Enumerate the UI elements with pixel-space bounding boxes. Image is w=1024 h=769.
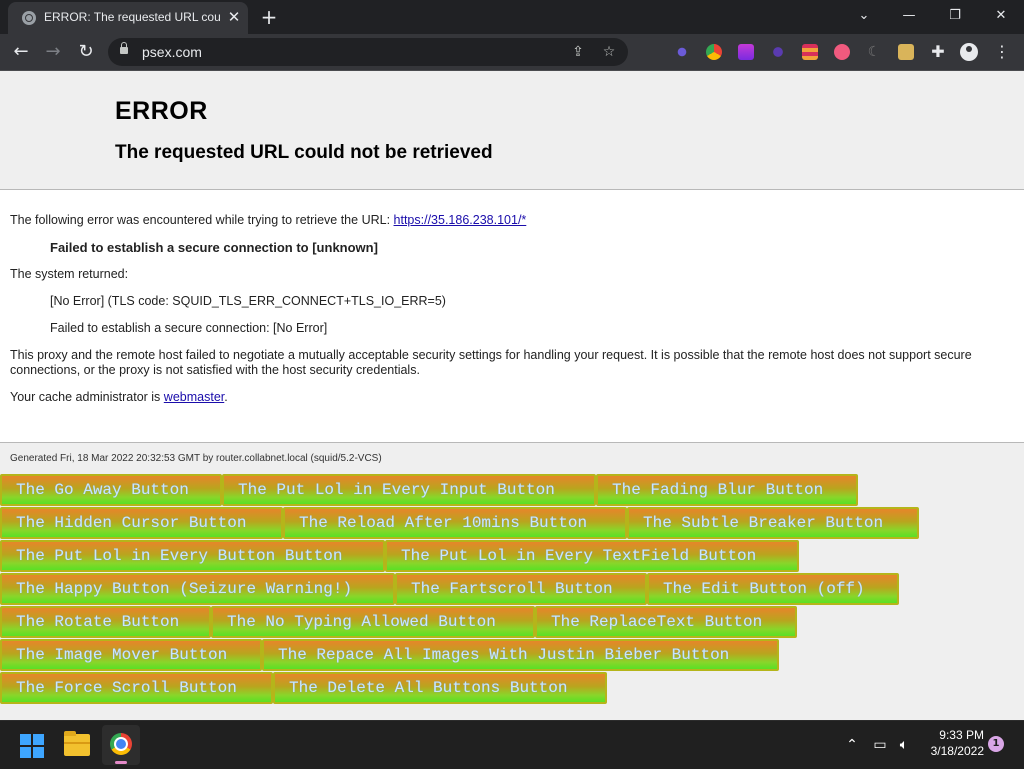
no-typing-allowed-button[interactable]: The No Typing Allowed Button xyxy=(211,606,535,638)
webmaster-link[interactable]: webmaster xyxy=(164,390,224,404)
notification-badge[interactable]: 1 xyxy=(988,736,1004,752)
back-icon[interactable]: ← xyxy=(8,39,34,65)
reload-icon[interactable]: ↻ xyxy=(73,39,99,65)
image-mover-button[interactable]: The Image Mover Button xyxy=(0,639,262,671)
go-away-button[interactable]: The Go Away Button xyxy=(0,474,222,506)
error-header: ERROR The requested URL could not be ret… xyxy=(0,71,1024,190)
extension-8-icon[interactable] xyxy=(898,44,914,60)
close-tab-icon[interactable]: ✕ xyxy=(226,9,242,25)
tab-title: ERROR: The requested URL could not be re… xyxy=(44,10,220,24)
extension-1-icon[interactable] xyxy=(674,44,690,60)
admin-suffix: . xyxy=(224,390,228,404)
extension-2-icon[interactable] xyxy=(706,44,722,60)
requested-url-link[interactable]: https://35.186.238.101/* xyxy=(394,213,527,227)
windows-taskbar: ⌃ ▭ 🔈︎ 9:33 PM 3/18/2022 1 xyxy=(0,720,1024,769)
hidden-cursor-button[interactable]: The Hidden Cursor Button xyxy=(0,507,283,539)
subtle-breaker-button[interactable]: The Subtle Breaker Button xyxy=(627,507,919,539)
chrome-taskbar-button[interactable] xyxy=(102,725,140,765)
close-window-icon[interactable]: ✕ xyxy=(987,4,1015,28)
replace-images-bieber-button[interactable]: The Repace All Images With Justin Bieber… xyxy=(262,639,779,671)
system-clock[interactable]: 9:33 PM 3/18/2022 xyxy=(920,727,984,759)
admin-line: Your cache administrator is webmaster. xyxy=(10,390,228,404)
extension-4-icon[interactable] xyxy=(770,44,786,60)
explanation-text: This proxy and the remote host failed to… xyxy=(10,348,972,377)
extension-6-icon[interactable] xyxy=(834,44,850,60)
bookmark-star-icon[interactable]: ☆ xyxy=(599,42,619,62)
intro-text: The following error was encountered whil… xyxy=(10,213,391,227)
reload-after-10mins-button[interactable]: The Reload After 10mins Button xyxy=(283,507,627,539)
share-icon[interactable]: ⇪ xyxy=(568,42,588,62)
extension-5-icon[interactable] xyxy=(802,44,818,60)
footer: Generated Fri, 18 Mar 2022 20:32:53 GMT … xyxy=(0,442,1024,720)
url-text[interactable]: psex.com xyxy=(142,44,202,60)
chrome-icon xyxy=(110,733,132,755)
clock-date: 3/18/2022 xyxy=(930,744,984,758)
page-subtitle: The requested URL could not be retrieved xyxy=(115,142,493,163)
clock-time: 9:33 PM xyxy=(939,728,984,742)
active-app-indicator xyxy=(115,761,127,764)
error-code-text: [No Error] (TLS code: SQUID_TLS_ERR_CONN… xyxy=(50,294,446,308)
extensions-puzzle-icon[interactable]: ✚ xyxy=(926,40,950,64)
lock-icon[interactable] xyxy=(120,42,128,54)
menu-kebab-icon[interactable]: ⋮ xyxy=(990,40,1014,64)
volume-icon[interactable]: 🔈︎ xyxy=(894,735,914,755)
replacetext-button[interactable]: The ReplaceText Button xyxy=(535,606,797,638)
force-scroll-button[interactable]: The Force Scroll Button xyxy=(0,672,273,704)
chevron-up-icon[interactable]: ⌃ xyxy=(842,735,862,755)
put-lol-every-input-button[interactable]: The Put Lol in Every Input Button xyxy=(222,474,596,506)
extension-3-icon[interactable] xyxy=(738,44,754,60)
new-tab-button[interactable]: + xyxy=(258,6,280,28)
intro-line: The following error was encountered whil… xyxy=(10,213,526,227)
system-returned-label: The system returned: xyxy=(10,267,129,281)
failed-message: Failed to establish a secure connection … xyxy=(50,240,378,255)
delete-all-buttons-button[interactable]: The Delete All Buttons Button xyxy=(273,672,607,704)
extension-7-icon[interactable]: ☾ xyxy=(866,44,882,60)
page-title: ERROR xyxy=(115,97,208,125)
forward-icon[interactable]: → xyxy=(40,39,66,65)
page-content: ERROR The requested URL could not be ret… xyxy=(0,71,1024,720)
browser-tab-bar: ERROR: The requested URL could not be re… xyxy=(0,0,1024,34)
error-detail-text: Failed to establish a secure connection:… xyxy=(50,321,328,335)
put-lol-every-textfield-button[interactable]: The Put Lol in Every TextField Button xyxy=(385,540,799,572)
restore-icon[interactable]: ❐ xyxy=(941,4,969,28)
minimize-icon[interactable]: — xyxy=(895,4,923,28)
rotate-button[interactable]: The Rotate Button xyxy=(0,606,211,638)
fartscroll-button[interactable]: The Fartscroll Button xyxy=(395,573,647,605)
address-bar[interactable]: psex.com ⇪ ☆ xyxy=(108,38,628,66)
fading-blur-button[interactable]: The Fading Blur Button xyxy=(596,474,858,506)
admin-prefix: Your cache administrator is xyxy=(10,390,161,404)
generated-footer-text: Generated Fri, 18 Mar 2022 20:32:53 GMT … xyxy=(10,453,382,464)
put-lol-every-button-button[interactable]: The Put Lol in Every Button Button xyxy=(0,540,385,572)
edit-button[interactable]: The Edit Button (off) xyxy=(647,573,899,605)
profile-avatar[interactable] xyxy=(960,43,978,61)
tab-search-icon[interactable]: ⌄ xyxy=(850,4,878,28)
browser-tab[interactable]: ERROR: The requested URL could not be re… xyxy=(8,2,248,34)
globe-icon xyxy=(22,11,36,25)
network-icon[interactable]: ▭ xyxy=(870,735,890,755)
browser-toolbar: ← → ↻ psex.com ⇪ ☆ ☾ ✚ ⋮ xyxy=(0,34,1024,71)
happy-button[interactable]: The Happy Button (Seizure Warning!) xyxy=(0,573,395,605)
windows-start-icon[interactable] xyxy=(20,734,44,758)
folder-icon[interactable] xyxy=(64,731,90,756)
